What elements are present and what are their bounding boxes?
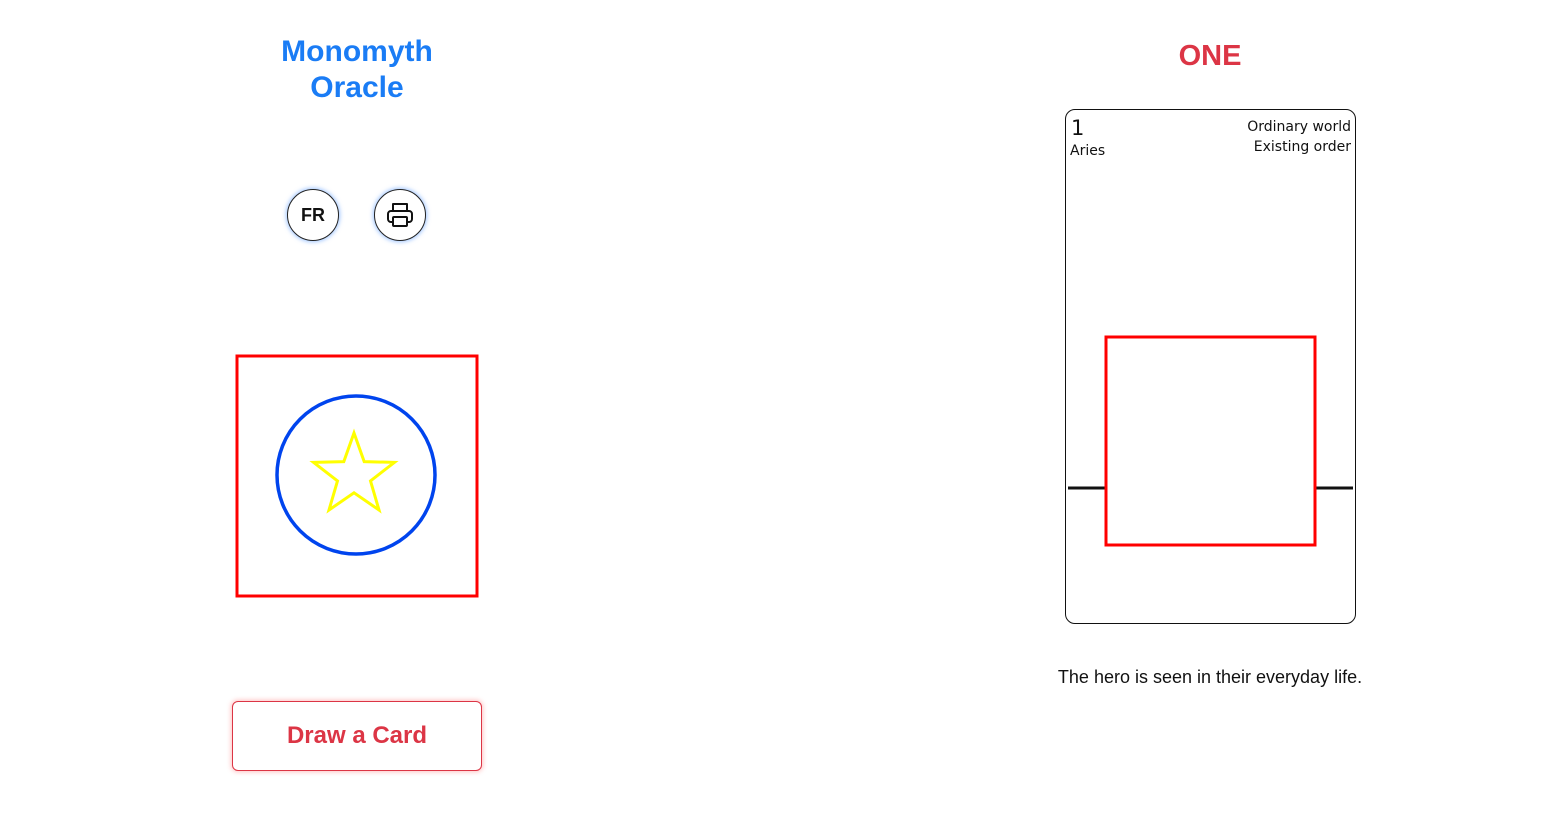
app-title-line2: Oracle — [310, 71, 404, 104]
print-button[interactable] — [374, 189, 426, 241]
card-back-frame — [235, 354, 479, 598]
app-title: Monomyth Oracle — [237, 34, 477, 106]
card-stage: Ordinary world Existing order — [1247, 117, 1351, 157]
card-description: The hero is seen in their everyday life. — [1057, 667, 1363, 687]
card-zodiac-sign: Aries — [1070, 143, 1106, 159]
language-toggle-button[interactable]: FR — [287, 189, 339, 241]
page: Monomyth Oracle FR Draw a Card ONE 1 Ari… — [0, 0, 1563, 839]
card-back-circle — [275, 394, 437, 556]
printer-icon — [387, 203, 413, 227]
card-deck[interactable] — [235, 354, 479, 598]
card-stage-line2: Existing order — [1253, 139, 1351, 155]
card-title: ONE — [1178, 40, 1242, 72]
card-back-art — [235, 354, 479, 598]
draw-card-button[interactable]: Draw a Card — [232, 701, 482, 771]
star-icon — [309, 428, 399, 514]
card-number: 1 — [1071, 116, 1085, 140]
card-illustration-square — [1104, 335, 1317, 547]
card-stage-line1: Ordinary world — [1247, 119, 1351, 135]
app-title-line1: Monomyth — [281, 35, 433, 68]
drawn-card: 1 Aries Ordinary world Existing order — [1065, 109, 1356, 624]
card-illustration — [1068, 335, 1353, 547]
